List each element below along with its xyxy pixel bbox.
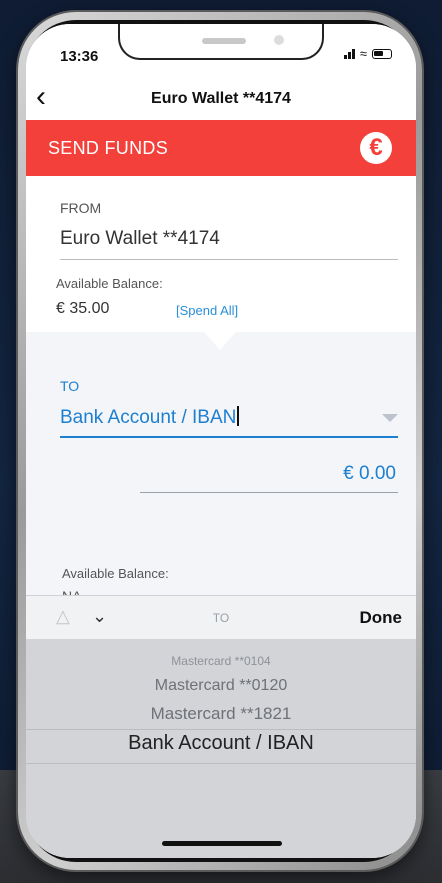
from-wallet-value[interactable]: Euro Wallet **4174 <box>60 228 220 250</box>
status-time: 13:36 <box>60 48 99 65</box>
signal-icon <box>343 48 355 59</box>
picker-option-selected[interactable]: Bank Account / IBAN <box>26 732 416 755</box>
to-destination-select[interactable]: Bank Account / IBAN <box>60 400 398 438</box>
from-underline <box>60 259 398 260</box>
battery-icon <box>372 48 392 59</box>
done-button[interactable]: Done <box>360 608 403 628</box>
picker-option[interactable]: Mastercard **0104 <box>26 654 416 668</box>
notch <box>118 24 324 60</box>
page-title: Euro Wallet **4174 <box>151 90 291 107</box>
amount-input[interactable]: € 0.00 <box>140 458 398 493</box>
wifi-icon: ≈ <box>359 46 367 61</box>
picker-selection-top-line <box>26 729 416 730</box>
picker-option[interactable]: Mastercard **0120 <box>26 677 416 695</box>
to-selected-text: Bank Account / IBAN <box>60 407 237 428</box>
camera <box>274 35 284 45</box>
send-funds-title: SEND FUNDS <box>48 138 169 158</box>
from-section: FROM Euro Wallet **4174 Available Balanc… <box>26 176 416 332</box>
available-balance-label: Available Balance: <box>56 276 163 291</box>
euro-icon: € <box>360 132 392 164</box>
text-caret <box>237 406 239 426</box>
phone-screen: 13:36 ≈ ‹ Euro Wallet **4174 SEND FUNDS … <box>26 24 416 858</box>
available-balance-value: € 35.00 <box>56 300 110 317</box>
status-bar: 13:36 ≈ <box>26 24 416 72</box>
section-pointer <box>204 332 236 350</box>
from-label: FROM <box>60 200 102 216</box>
to-section: TO Bank Account / IBAN € 0.00 Available … <box>26 332 416 604</box>
to-label: TO <box>60 378 80 394</box>
picker-wheel[interactable]: Mastercard **0104 Mastercard **0120 Mast… <box>26 639 416 858</box>
home-indicator <box>162 841 282 846</box>
amount-value: € 0.00 <box>343 463 396 484</box>
send-funds-header: SEND FUNDS € <box>26 120 416 176</box>
to-selected-value: Bank Account / IBAN <box>60 406 239 429</box>
spend-all-link[interactable]: [Spend All] <box>176 303 238 318</box>
nav-bar: ‹ Euro Wallet **4174 <box>26 76 416 120</box>
picker-selection-bottom-line <box>26 763 416 764</box>
picker-title: TO <box>212 611 230 625</box>
status-icons: ≈ <box>343 46 392 61</box>
picker-toolbar: △ ⌄ TO Done <box>26 595 416 640</box>
dropdown-arrow-icon <box>382 414 398 422</box>
speaker <box>202 38 246 44</box>
to-available-balance-label: Available Balance: <box>62 566 169 581</box>
picker-option[interactable]: Mastercard **1821 <box>26 704 416 724</box>
